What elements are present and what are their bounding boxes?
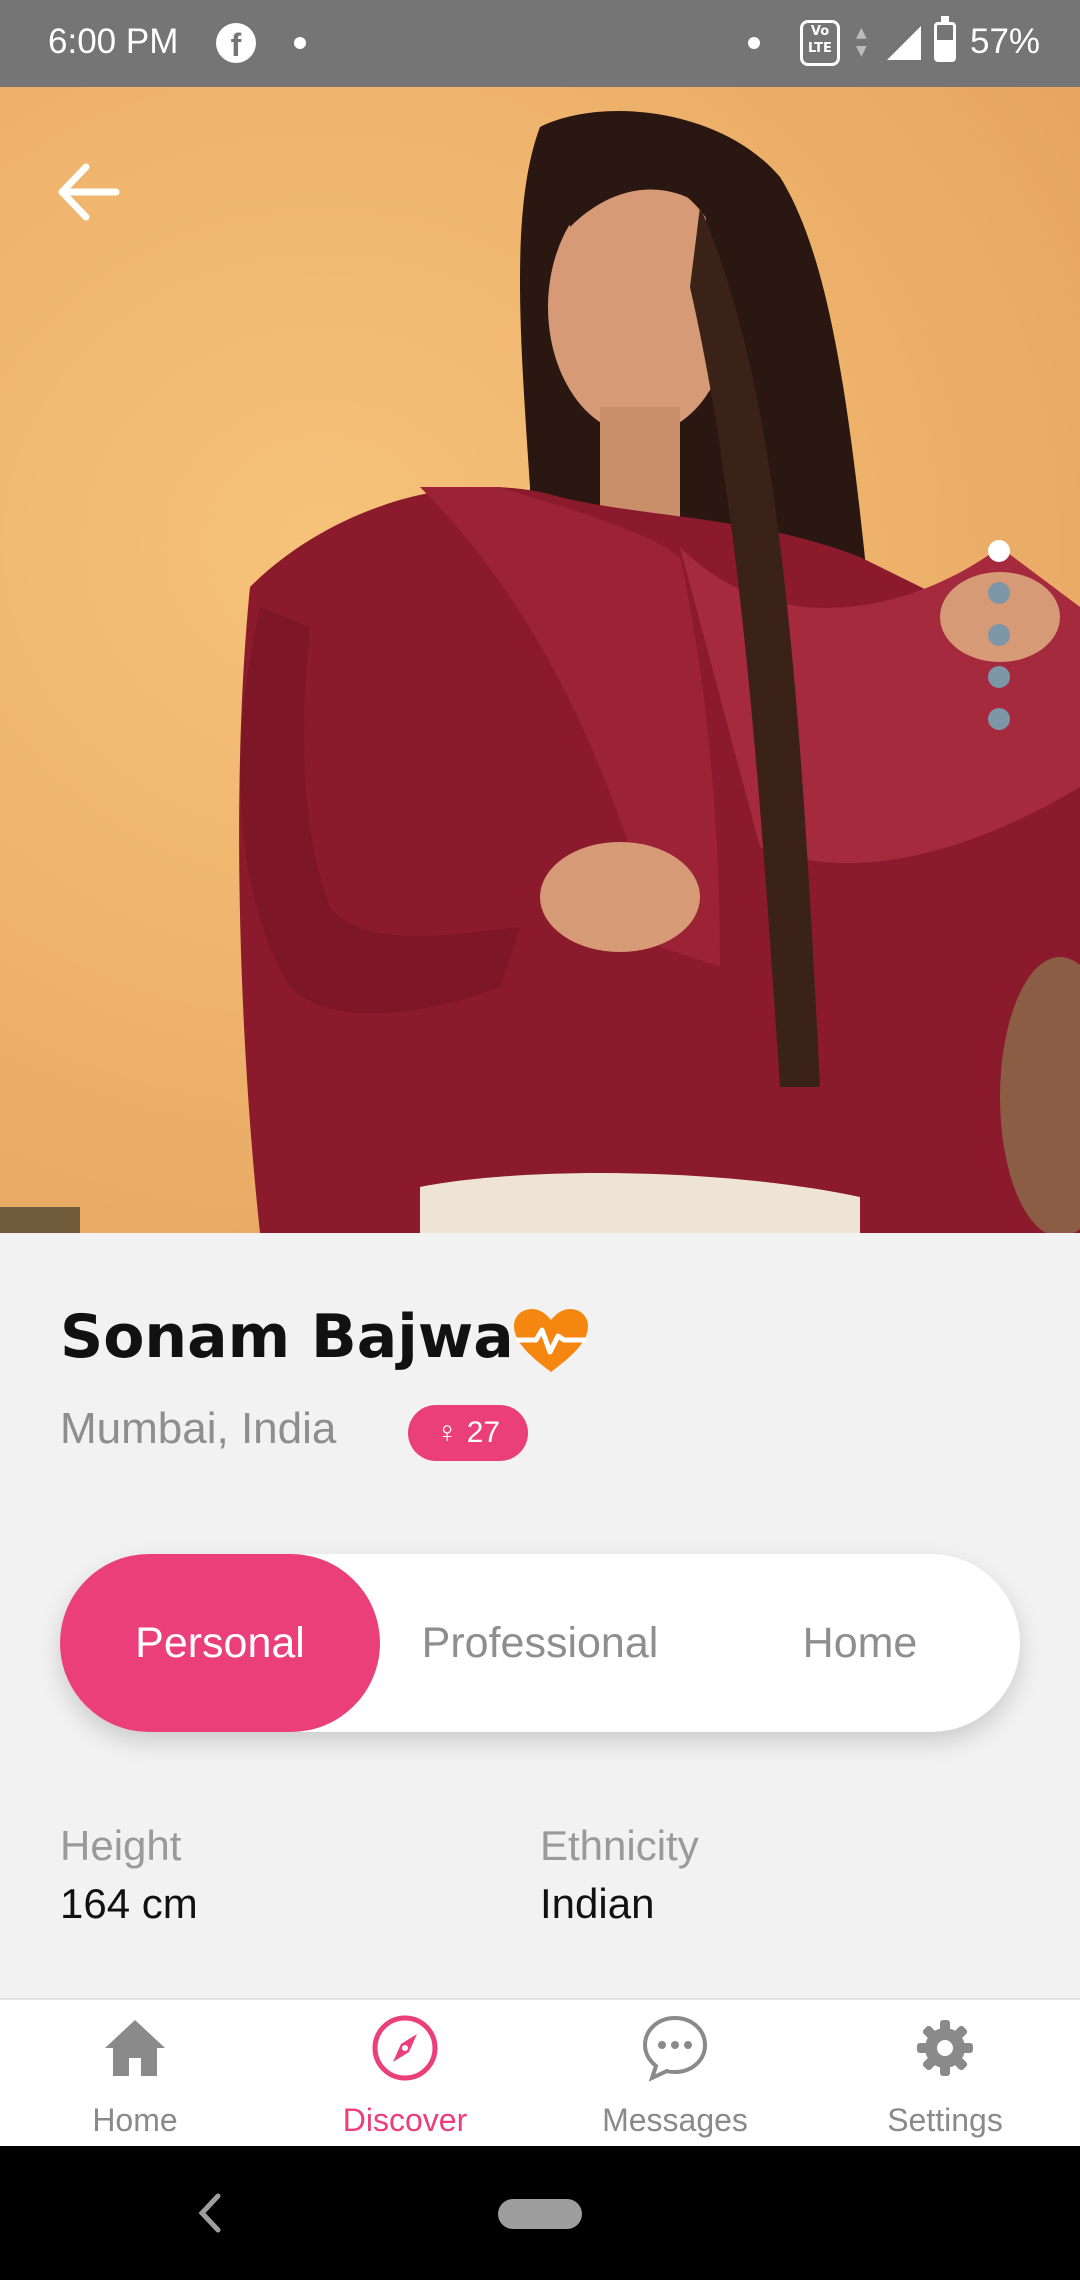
tab-home[interactable]: Home [700, 1554, 1020, 1732]
bottom-navigation: Home Discover Messages Settings [0, 1998, 1080, 2146]
nav-messages-label: Messages [602, 2102, 748, 2138]
page-dot[interactable] [988, 540, 1010, 562]
signal-icon [887, 26, 921, 60]
notification-dot-icon [294, 37, 306, 49]
photo-page-indicator [988, 540, 1010, 750]
age-badge: ♀ 27 [408, 1405, 528, 1461]
nav-settings[interactable]: Settings [810, 2000, 1080, 2148]
nav-messages[interactable]: Messages [540, 2000, 810, 2148]
chat-icon [642, 2015, 708, 2082]
notification-dot-icon [748, 37, 760, 49]
profile-name: Sonam Bajwa [60, 1302, 514, 1372]
height-label: Height [60, 1822, 182, 1869]
page-dot[interactable] [988, 624, 1010, 646]
system-navigation-bar [0, 2146, 1080, 2280]
age-value: 27 [466, 1416, 501, 1449]
page-dot[interactable] [988, 666, 1010, 688]
nav-discover[interactable]: Discover [270, 2000, 540, 2148]
facebook-icon: f [216, 23, 256, 63]
status-time: 6:00 PM [48, 22, 179, 61]
system-home-pill[interactable] [498, 2199, 582, 2229]
volte-icon: Vo LTE [800, 20, 840, 66]
profile-tabs: Personal Professional Home [60, 1554, 1020, 1732]
arrow-left-icon[interactable] [44, 147, 134, 237]
system-back-icon[interactable] [190, 2188, 230, 2238]
profile-photo[interactable] [0, 87, 1080, 1233]
data-arrows-icon: ▲ ▼ [856, 25, 867, 59]
height-value: 164 cm [60, 1880, 198, 1927]
nav-home-label: Home [92, 2102, 178, 2138]
nav-settings-label: Settings [887, 2102, 1003, 2138]
profile-photo-illustration [0, 111, 1080, 1233]
ethnicity-value: Indian [540, 1880, 655, 1927]
gear-icon [917, 2020, 973, 2076]
battery-icon [934, 16, 956, 62]
tab-professional[interactable]: Professional [380, 1554, 700, 1732]
nav-home[interactable]: Home [0, 2000, 270, 2148]
tab-personal[interactable]: Personal [60, 1554, 380, 1732]
profile-location: Mumbai, India [60, 1404, 337, 1453]
home-icon [105, 2020, 165, 2076]
status-bar: 6:00 PM f Vo LTE ▲ ▼ 57% [0, 0, 1080, 87]
compass-icon [372, 2015, 438, 2081]
nav-discover-label: Discover [342, 2102, 468, 2138]
ethnicity-label: Ethnicity [540, 1822, 699, 1869]
heart-pulse-icon [514, 1309, 588, 1372]
battery-percent: 57% [970, 22, 1041, 61]
page-dot[interactable] [988, 708, 1010, 730]
page-dot[interactable] [988, 582, 1010, 604]
female-icon: ♀ [435, 1416, 459, 1449]
